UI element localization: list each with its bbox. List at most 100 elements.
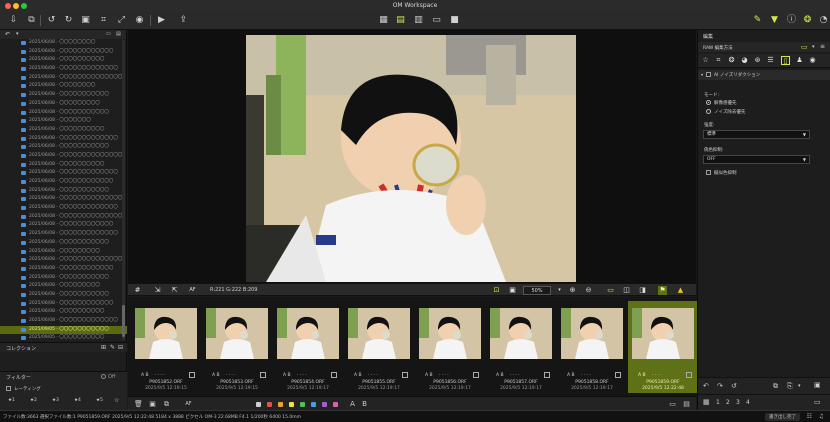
- share-icon[interactable]: ⇪: [178, 15, 189, 26]
- folder-item[interactable]: 2025/06/08 - 〇〇〇〇〇〇〇〇〇: [0, 248, 127, 257]
- folder-item[interactable]: 2025/06/08 - 〇〇〇〇〇〇〇〇〇〇〇〇〇: [0, 169, 127, 178]
- play-icon[interactable]: ▶: [156, 15, 167, 26]
- thumbnail-menu-icon[interactable]: ▤: [682, 400, 691, 409]
- redo-icon[interactable]: ↷: [717, 382, 723, 390]
- folder-item[interactable]: 2025/09/05 - 〇〇〇〇〇〇〇〇〇〇〇: [0, 325, 127, 335]
- false-color-select[interactable]: OFF ▼: [703, 155, 810, 164]
- fit-icon[interactable]: ⊡: [492, 286, 501, 295]
- save-icon[interactable]: ▣: [814, 381, 821, 389]
- page-3[interactable]: 3: [736, 399, 740, 406]
- histogram-icon[interactable]: ◔: [818, 15, 829, 26]
- thumbnail[interactable]: A B · · · · P9051859.ORF 2025/9/5 12:22:48: [628, 301, 698, 393]
- strength-select[interactable]: 標準 ▼: [703, 130, 810, 139]
- star-4-filter[interactable]: ★4: [74, 398, 81, 403]
- ai-noise-reduction-checkbox[interactable]: [706, 72, 711, 77]
- tab-crop-icon[interactable]: ⌗: [714, 56, 723, 65]
- color-label-swatch[interactable]: [311, 402, 316, 407]
- folder-item[interactable]: 2025/06/08 - 〇〇〇〇〇〇〇〇〇〇〇: [0, 143, 127, 152]
- tab-star-icon[interactable]: ☆: [701, 56, 710, 65]
- crop-icon[interactable]: ⌗: [98, 15, 109, 26]
- preview-image[interactable]: [246, 35, 576, 282]
- star-5-filter[interactable]: ★5: [96, 398, 103, 403]
- notification-icon[interactable]: ☷: [807, 413, 812, 420]
- thumbnail[interactable]: A B · · · · P9051852.ORF 2025/9/5 12:19:15: [131, 301, 201, 393]
- tab-tone-icon[interactable]: ◕: [740, 56, 749, 65]
- single-frame-icon[interactable]: ▭: [606, 286, 615, 295]
- folder-item[interactable]: 2025/06/08 - 〇〇〇〇〇〇〇〇〇〇: [0, 308, 127, 317]
- copy-settings-icon[interactable]: ⧉: [162, 400, 171, 409]
- thumbnail[interactable]: A B · · · · P9051854.ORF 2025/9/5 12:19:17: [273, 301, 343, 393]
- color-label-swatch[interactable]: [267, 402, 272, 407]
- color-label-swatch[interactable]: [278, 402, 283, 407]
- bell-icon[interactable]: ♫: [819, 413, 824, 420]
- tab-view-icon[interactable]: ◉: [808, 56, 817, 65]
- folder-item[interactable]: 2025/06/08 - 〇〇〇〇〇〇〇〇〇〇〇〇: [0, 221, 127, 230]
- back-icon[interactable]: ↶: [5, 31, 10, 38]
- star-2-filter[interactable]: ★2: [30, 398, 37, 403]
- thumbnail-rating[interactable]: · · · ·: [581, 373, 591, 378]
- method-dropdown-icon[interactable]: ▾: [812, 44, 815, 50]
- grid-view-icon[interactable]: ▦: [378, 15, 389, 26]
- mode-option-resolution[interactable]: 解像感優先: [714, 100, 737, 106]
- folder-add-icon[interactable]: ▭: [106, 31, 111, 37]
- thumbnail-rating[interactable]: · · · ·: [439, 373, 449, 378]
- af-point-button[interactable]: AF: [188, 286, 197, 295]
- folder-item[interactable]: 2025/06/08 - 〇〇〇〇〇〇〇〇〇〇〇〇〇: [0, 317, 127, 326]
- page-2[interactable]: 2: [726, 399, 730, 406]
- thumbnail-rating[interactable]: · · · ·: [155, 373, 165, 378]
- af-button[interactable]: AF: [184, 400, 193, 409]
- thumbnail-ab[interactable]: A B: [141, 373, 149, 378]
- import-icon[interactable]: ⇩: [8, 15, 19, 26]
- tab-color-icon[interactable]: ❂: [727, 56, 736, 65]
- folder-item[interactable]: 2025/06/08 - 〇〇〇〇〇〇〇〇〇〇: [0, 56, 127, 65]
- collection-add-icon[interactable]: ⊞: [101, 344, 106, 351]
- thumbnail-ab[interactable]: A B: [638, 373, 646, 378]
- thumbnail[interactable]: A B · · · · P9051858.ORF 2025/9/5 12:19:17: [557, 301, 627, 393]
- export-icon[interactable]: ⇲: [153, 286, 162, 295]
- highlight-warning-icon[interactable]: ⚑: [658, 286, 667, 295]
- thumbnail-checkbox[interactable]: [260, 372, 266, 378]
- folder-item[interactable]: 2025/06/08 - 〇〇〇〇〇〇〇〇〇〇〇: [0, 109, 127, 118]
- method-menu-icon[interactable]: ≡: [820, 43, 825, 50]
- star-3-filter[interactable]: ★3: [52, 398, 59, 403]
- zoom-dropdown-icon[interactable]: ▾: [555, 286, 564, 295]
- trash-icon[interactable]: 🗑: [134, 400, 143, 409]
- folder-item[interactable]: 2025/06/08 - 〇〇〇〇〇〇〇〇〇〇〇〇: [0, 48, 127, 57]
- color-label-swatch[interactable]: [333, 402, 338, 407]
- thumbnail-checkbox[interactable]: [402, 372, 408, 378]
- thumbnail-rating[interactable]: · · · ·: [652, 373, 662, 378]
- thumbnail-checkbox[interactable]: [331, 372, 337, 378]
- thumbnail-ab[interactable]: A B: [425, 373, 433, 378]
- folder-item[interactable]: 2025/06/08 - 〇〇〇〇〇〇〇〇〇〇〇〇〇〇: [0, 195, 127, 204]
- folder-item[interactable]: 2025/06/08 - 〇〇〇〇〇〇〇〇〇〇〇〇〇〇: [0, 74, 127, 83]
- color-label-swatch[interactable]: [300, 402, 305, 407]
- rating-checkbox[interactable]: [6, 386, 11, 391]
- grid-overlay-icon[interactable]: #: [133, 286, 142, 295]
- folder-item[interactable]: 2025/06/08 - 〇〇〇〇〇〇〇〇〇: [0, 100, 127, 109]
- thumbnail[interactable]: A B · · · · P9051857.ORF 2025/9/5 12:19:17: [486, 301, 556, 393]
- pages-icon[interactable]: ▦: [703, 398, 710, 406]
- folder-item[interactable]: 2025/06/08 - 〇〇〇〇〇〇〇〇〇: [0, 282, 127, 291]
- folder-item[interactable]: 2025/06/08 - 〇〇〇〇〇〇〇〇〇〇〇〇〇〇: [0, 152, 127, 161]
- folder-item[interactable]: 2025/06/08 - 〇〇〇〇〇〇〇〇: [0, 82, 127, 91]
- collection-edit-icon[interactable]: ✎: [110, 344, 115, 351]
- thumbnail-size-icon[interactable]: ▭: [668, 400, 677, 409]
- folder-item[interactable]: 2025/06/08 - 〇〇〇〇〇〇〇〇〇〇〇: [0, 239, 127, 248]
- folder-item[interactable]: 2025/06/08 - 〇〇〇〇〇〇〇〇〇〇〇〇: [0, 265, 127, 274]
- mode-option-noise[interactable]: ノイズ除去優先: [714, 109, 745, 115]
- mode-radio-resolution[interactable]: [706, 100, 711, 105]
- thumbnail-rating[interactable]: · · · ·: [368, 373, 378, 378]
- tab-noise-reduction-icon[interactable]: ▯: [781, 56, 790, 65]
- rotate-right-icon[interactable]: ↻: [63, 15, 74, 26]
- page-settings-icon[interactable]: ▭: [814, 398, 821, 406]
- mode-radio-noise[interactable]: [706, 109, 711, 114]
- thumbnail-rating[interactable]: · · · ·: [297, 373, 307, 378]
- filmstrip-view-icon[interactable]: ▤: [395, 15, 406, 26]
- thumbnail-rating[interactable]: · · · ·: [226, 373, 236, 378]
- single-view-icon[interactable]: ▭: [431, 15, 442, 26]
- undo-icon[interactable]: ↶: [703, 382, 709, 390]
- folder-item[interactable]: 2025/06/08 - 〇〇〇〇〇〇〇: [0, 117, 127, 126]
- pseudo-color-checkbox[interactable]: [706, 170, 711, 175]
- collapse-icon[interactable]: ▾: [701, 72, 703, 77]
- folder-item[interactable]: 2025/06/08 - 〇〇〇〇〇〇〇〇〇〇〇: [0, 291, 127, 300]
